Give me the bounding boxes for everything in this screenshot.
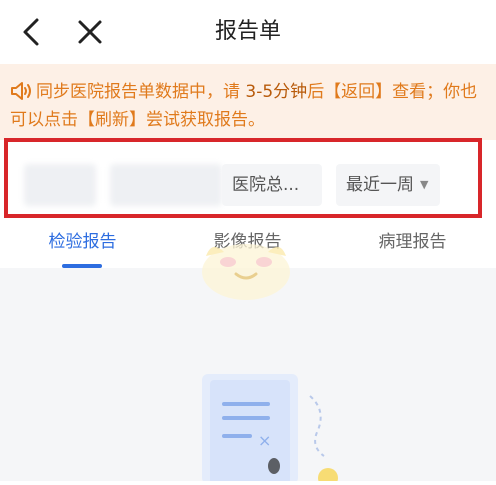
svg-text:×: × bbox=[258, 431, 271, 450]
tab-lab-report[interactable]: 检验报告 bbox=[0, 230, 165, 254]
page-title: 报告单 bbox=[214, 19, 281, 44]
notice-duration: 3-5分钟 bbox=[245, 82, 308, 102]
empty-state-illustration: × bbox=[150, 360, 350, 485]
sync-notice: 同步医院报告单数据中，请 3-5分钟后【返回】查看；你也可以点击【刷新】尝试获取… bbox=[0, 64, 496, 140]
tab-pathology-report[interactable]: 病理报告 bbox=[330, 230, 495, 254]
notice-text-part1: 同步医院报告单数据中，请 bbox=[36, 82, 246, 102]
nav-header: 报告单 bbox=[0, 0, 496, 64]
mascot-watermark bbox=[188, 232, 304, 304]
speaker-icon bbox=[10, 81, 34, 101]
highlight-outline bbox=[4, 138, 482, 218]
